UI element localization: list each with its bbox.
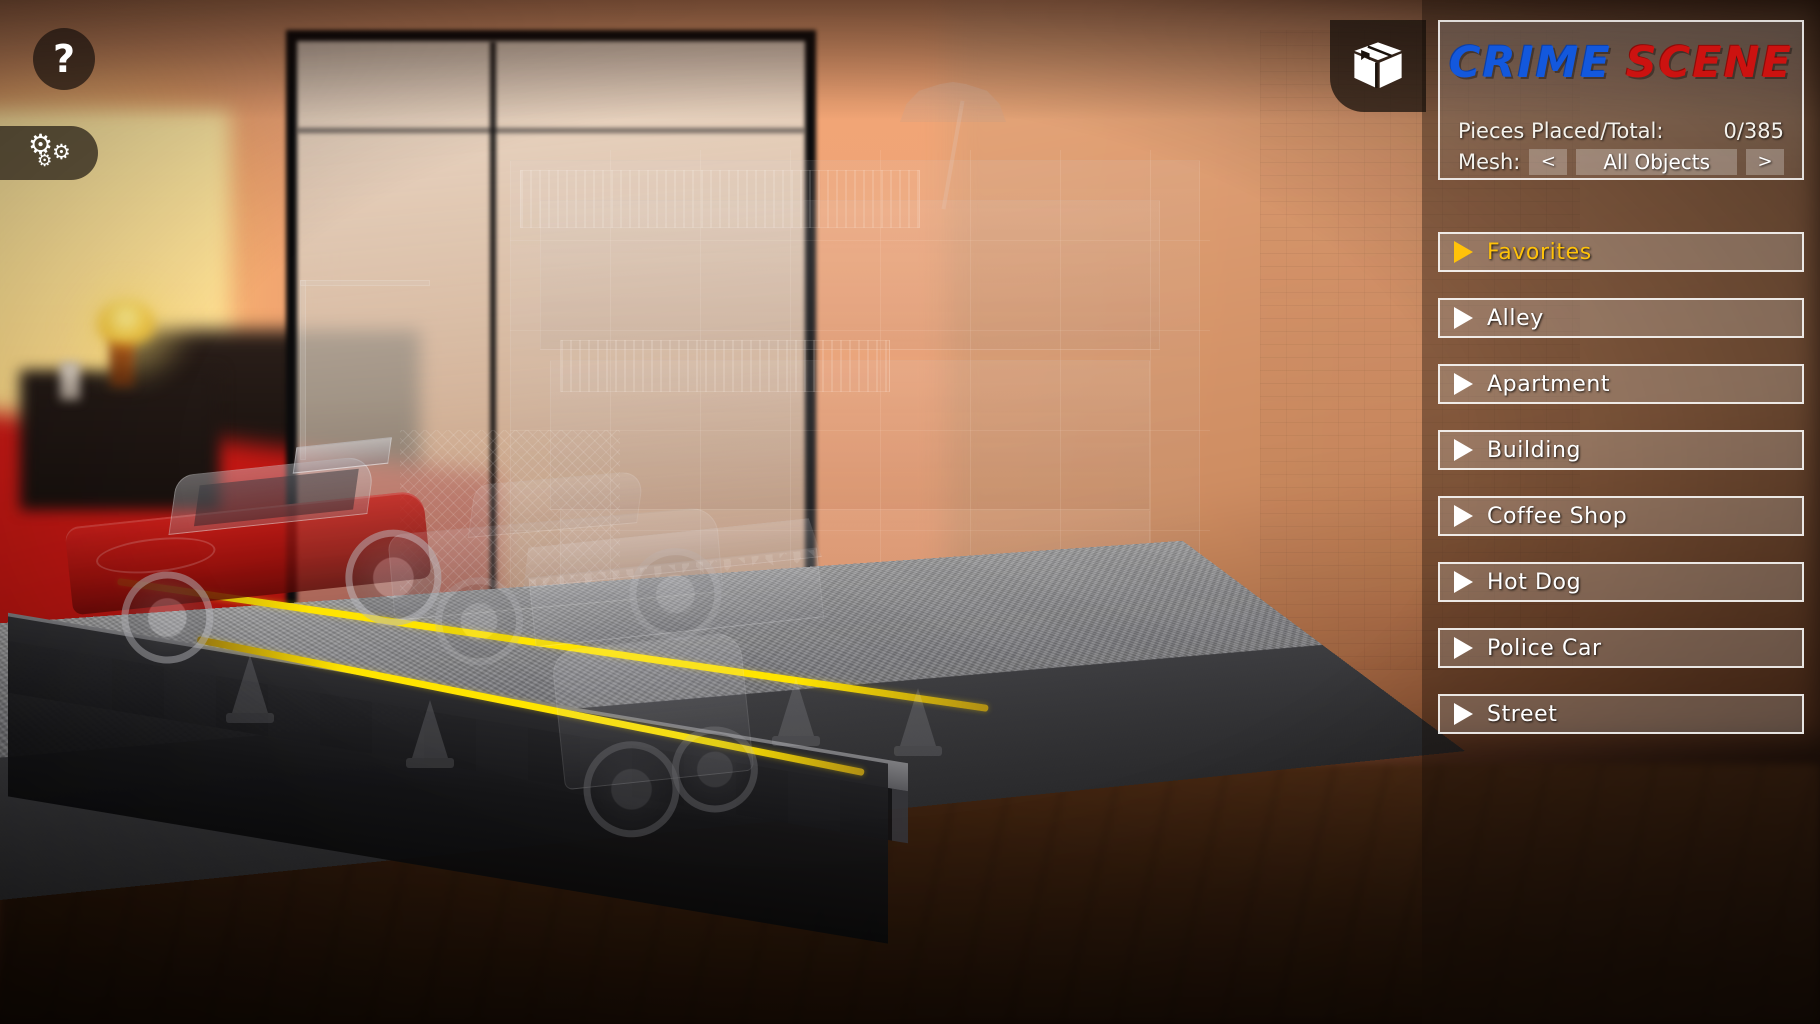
sidebar-item-favorites[interactable]: Favorites bbox=[1438, 232, 1804, 272]
sidebar-item-building[interactable]: Building bbox=[1438, 430, 1804, 470]
page-title: CRIME SCENE bbox=[1440, 38, 1802, 88]
sidebar-item-label: Building bbox=[1487, 437, 1582, 463]
box-icon bbox=[1354, 42, 1402, 88]
settings-button[interactable]: ⚙ ⚙ ⚙ bbox=[0, 126, 98, 180]
sidebar-item-label: Hot Dog bbox=[1487, 569, 1582, 595]
sidebar-item-street[interactable]: Street bbox=[1438, 694, 1804, 734]
help-button[interactable]: ? bbox=[33, 28, 95, 90]
sidebar-item-label: Favorites bbox=[1487, 239, 1592, 265]
expand-triangle-icon bbox=[1454, 571, 1473, 593]
question-mark-icon: ? bbox=[52, 37, 76, 81]
mesh-next-button[interactable]: > bbox=[1746, 149, 1784, 175]
title-crime: CRIME bbox=[1448, 38, 1612, 88]
expand-triangle-icon bbox=[1454, 373, 1473, 395]
mesh-label: Mesh: bbox=[1458, 150, 1521, 174]
sidebar-item-coffee-shop[interactable]: Coffee Shop bbox=[1438, 496, 1804, 536]
panel-header: CRIME SCENE Pieces Placed/Total: 0/385 Me… bbox=[1438, 20, 1804, 180]
mesh-row: Mesh: < All Objects > bbox=[1458, 148, 1784, 176]
expand-triangle-icon bbox=[1454, 439, 1473, 461]
expand-triangle-icon bbox=[1454, 637, 1473, 659]
pieces-value: 0/385 bbox=[1723, 119, 1784, 143]
sidebar-panel: CRIME SCENE Pieces Placed/Total: 0/385 Me… bbox=[1422, 0, 1820, 1024]
pieces-row: Pieces Placed/Total: 0/385 bbox=[1458, 116, 1784, 146]
pieces-label: Pieces Placed/Total: bbox=[1458, 119, 1664, 143]
sidebar-item-police-car[interactable]: Police Car bbox=[1438, 628, 1804, 668]
sidebar-item-label: Street bbox=[1487, 701, 1558, 727]
sidebar-item-label: Police Car bbox=[1487, 635, 1602, 661]
sidebar-item-label: Alley bbox=[1487, 305, 1544, 331]
sidebar-item-apartment[interactable]: Apartment bbox=[1438, 364, 1804, 404]
expand-triangle-icon bbox=[1454, 307, 1473, 329]
sidebar-item-hot-dog[interactable]: Hot Dog bbox=[1438, 562, 1804, 602]
mesh-prev-button[interactable]: < bbox=[1529, 149, 1568, 175]
expand-triangle-icon bbox=[1454, 703, 1473, 725]
sidebar-item-label: Apartment bbox=[1487, 371, 1611, 397]
title-scene: SCENE bbox=[1625, 38, 1794, 88]
expand-triangle-icon bbox=[1454, 241, 1473, 263]
mesh-value[interactable]: All Objects bbox=[1576, 149, 1737, 175]
gears-icon: ⚙ ⚙ ⚙ bbox=[28, 128, 71, 171]
inventory-button[interactable] bbox=[1330, 20, 1426, 112]
sidebar-item-label: Coffee Shop bbox=[1487, 503, 1628, 529]
sidebar-item-alley[interactable]: Alley bbox=[1438, 298, 1804, 338]
category-list: Favorites Alley Apartment Building Coffee Sh… bbox=[1438, 232, 1804, 760]
expand-triangle-icon bbox=[1454, 505, 1473, 527]
